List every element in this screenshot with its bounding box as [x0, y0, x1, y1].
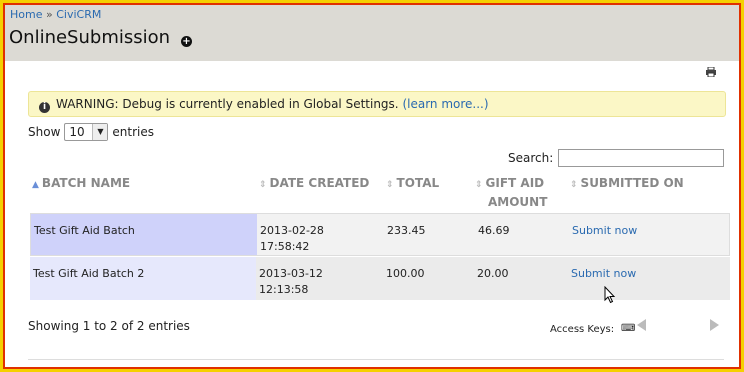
- page-title: OnlineSubmission: [9, 27, 171, 48]
- batch-name-cell: Test Gift Aid Batch 2: [33, 267, 145, 280]
- plus-circle-icon[interactable]: +: [181, 36, 192, 47]
- info-icon: i: [39, 102, 50, 113]
- print-icon[interactable]: [706, 67, 716, 77]
- search-label: Search:: [508, 151, 554, 165]
- submit-now-link[interactable]: Submit now: [571, 266, 636, 282]
- sort-icon: ⇕: [259, 180, 267, 190]
- table-row: Test Gift Aid Batch 2 2013-03-12 12:13:58…: [30, 257, 730, 300]
- column-header-batch-name[interactable]: ▲ BATCH NAME: [32, 175, 130, 194]
- date-value: 2013-03-12: [259, 267, 323, 280]
- column-label: DATE CREATED: [269, 176, 370, 190]
- column-label: TOTAL: [396, 176, 440, 190]
- sort-icon: ⇕: [386, 180, 394, 190]
- breadcrumb: Home » CiviCRM: [10, 8, 101, 21]
- entries-select[interactable]: 10 ▼: [64, 123, 109, 141]
- date-value: 2013-02-28: [260, 224, 324, 237]
- date-created-cell: 2013-02-28 17:58:42: [260, 223, 324, 255]
- debug-warning: i WARNING: Debug is currently enabled in …: [28, 91, 726, 117]
- entries-label: entries: [112, 125, 154, 139]
- column-header-submitted-on[interactable]: ⇕ SUBMITTED ON: [570, 175, 684, 194]
- main-content: i WARNING: Debug is currently enabled in …: [5, 61, 739, 367]
- breadcrumb-civicrm-link[interactable]: CiviCRM: [56, 8, 101, 21]
- show-label: Show: [28, 125, 61, 139]
- submit-now-link[interactable]: Submit now: [572, 223, 637, 239]
- next-arrow-icon[interactable]: [710, 319, 719, 331]
- time-value: 12:13:58: [259, 283, 309, 296]
- total-cell: 100.00: [386, 267, 425, 280]
- gift-aid-cell: 46.69: [478, 224, 510, 237]
- divider: [28, 359, 724, 360]
- page-header: Home » CiviCRM OnlineSubmission +: [5, 5, 739, 61]
- search-control: Search:: [508, 149, 725, 167]
- mouse-cursor-icon: [604, 286, 616, 304]
- sort-asc-icon: ▲: [32, 180, 39, 190]
- length-control: Show 10 ▼ entries: [28, 123, 154, 141]
- warning-text: WARNING: Debug is currently enabled in G…: [56, 97, 399, 111]
- total-cell: 233.45: [387, 224, 426, 237]
- sort-icon: ⇕: [570, 180, 578, 190]
- previous-arrow-icon[interactable]: [637, 319, 646, 331]
- keyboard-icon[interactable]: ⌨: [621, 323, 635, 334]
- table-info: Showing 1 to 2 of 2 entries: [28, 319, 190, 333]
- breadcrumb-home-link[interactable]: Home: [10, 8, 42, 21]
- column-label: SUBMITTED ON: [580, 176, 684, 190]
- time-value: 17:58:42: [260, 240, 310, 253]
- column-header-gift-aid-amount[interactable]: ⇕ GIFT AID AMOUNT: [475, 175, 547, 211]
- entries-select-value: 10: [69, 125, 85, 139]
- batch-name-cell: Test Gift Aid Batch: [34, 224, 135, 237]
- date-created-cell: 2013-03-12 12:13:58: [259, 266, 323, 298]
- column-label-line2: AMOUNT: [488, 195, 548, 209]
- column-label: BATCH NAME: [41, 176, 131, 190]
- gift-aid-cell: 20.00: [477, 267, 509, 280]
- table-row: Test Gift Aid Batch 2013-02-28 17:58:42 2…: [30, 213, 730, 256]
- access-keys-label: Access Keys:: [550, 324, 615, 335]
- breadcrumb-separator: »: [45, 8, 53, 21]
- sort-icon: ⇕: [475, 180, 483, 190]
- column-label: GIFT AID: [485, 176, 545, 190]
- search-input[interactable]: [558, 149, 725, 167]
- chevron-down-icon: ▼: [92, 124, 108, 140]
- column-header-date-created[interactable]: ⇕ DATE CREATED: [259, 175, 369, 194]
- column-header-total[interactable]: ⇕ TOTAL: [386, 175, 439, 194]
- learn-more-link[interactable]: (learn more...): [402, 97, 488, 111]
